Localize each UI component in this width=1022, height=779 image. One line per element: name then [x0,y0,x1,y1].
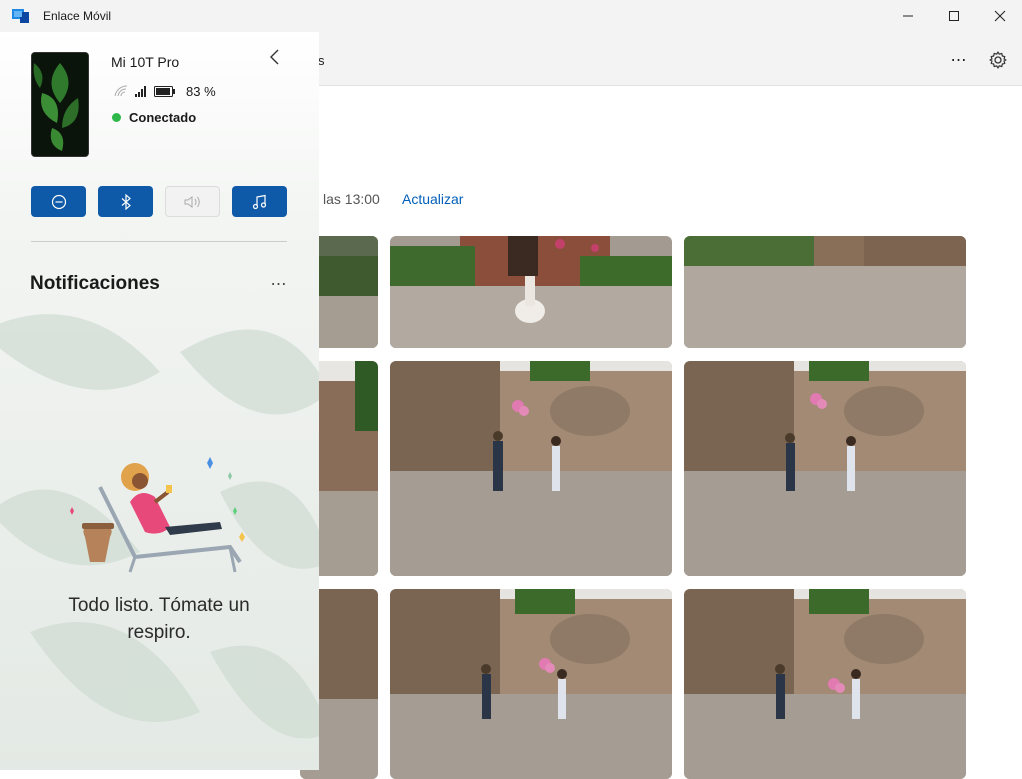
maximize-icon [949,11,959,21]
photo-thumbnail[interactable] [684,589,966,779]
more-options-button[interactable]: ⋯ [946,50,972,70]
minimize-button[interactable] [885,0,931,32]
notifications-more-button[interactable]: ⋯ [266,274,292,294]
close-button[interactable] [977,0,1022,32]
device-side-panel: Mi 10T Pro 83 % Conectado Notificaciones… [0,32,319,770]
music-note-icon [252,194,266,209]
chevron-left-icon[interactable] [266,46,284,68]
window-title: Enlace Móvil [43,9,112,23]
do-not-disturb-icon [51,194,66,209]
photo-thumbnail[interactable] [390,236,672,348]
connection-label: Conectado [129,110,197,125]
wifi-icon [114,85,128,97]
device-image [31,52,89,157]
connection-status: Conectado [112,110,196,125]
connection-indicator [112,113,121,122]
notifications-heading: Notificaciones [30,273,160,294]
bluetooth-button[interactable] [98,186,153,217]
volume-button[interactable] [165,186,220,217]
relaxing-person-illustration [70,457,245,573]
last-sync-text: las 13:00 [323,191,380,207]
title-bar: Enlace Móvil [0,0,1022,32]
bluetooth-icon [121,193,131,210]
photo-thumbnail[interactable] [390,589,672,779]
more-icon: ⋯ [950,52,968,69]
close-icon [994,10,1006,22]
volume-icon [184,195,200,208]
app-logo-icon [12,9,29,23]
signal-icon [135,86,146,97]
device-name: Mi 10T Pro [111,54,180,70]
gear-icon[interactable] [988,50,1008,70]
music-button[interactable] [232,186,287,217]
section-divider [31,241,287,242]
minimize-icon [903,15,913,17]
photo-thumbnail[interactable] [684,361,966,576]
photo-thumbnail[interactable] [684,236,966,348]
photo-thumbnail[interactable] [390,361,672,576]
refresh-link[interactable]: Actualizar [402,191,463,207]
do-not-disturb-button[interactable] [31,186,86,217]
battery-percentage: 83 % [186,83,216,99]
empty-notifications-message: Todo listo. Tómate un respiro. [68,595,250,643]
battery-icon [154,85,175,97]
maximize-button[interactable] [931,0,977,32]
device-status: 83 % [114,83,216,99]
more-icon: ⋯ [270,276,288,293]
